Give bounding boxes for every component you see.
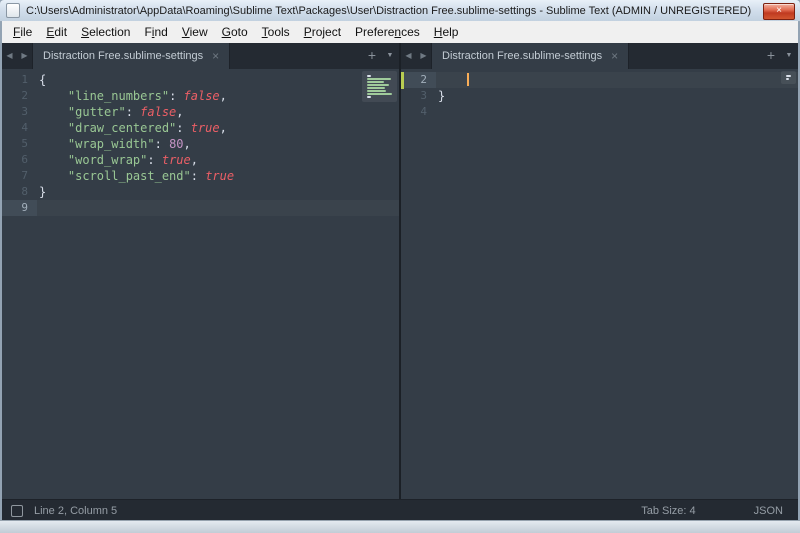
- left-pane: ◀ ▶ Distraction Free.sublime-settings × …: [2, 43, 399, 499]
- code-row-line-2[interactable]: 2: [401, 72, 798, 88]
- statusbar-left: Line 2, Column 5: [11, 505, 117, 517]
- menu-preferences[interactable]: Preferences: [348, 21, 427, 43]
- tab-scroll-left-icon[interactable]: ◀: [401, 43, 416, 69]
- minimap-viewport: [781, 71, 796, 84]
- menu-find[interactable]: Find: [137, 21, 174, 43]
- tab-overflow-icon[interactable]: ▼: [381, 43, 399, 69]
- editor-area: ◀ ▶ Distraction Free.sublime-settings × …: [2, 43, 798, 499]
- code-row-line-2[interactable]: 2 "line_numbers": false,: [2, 88, 399, 104]
- app-icon: [6, 3, 20, 18]
- line-number[interactable]: 6: [2, 152, 37, 168]
- menu-tools[interactable]: Tools: [255, 21, 297, 43]
- tab-label: Distraction Free.sublime-settings: [442, 50, 602, 62]
- code-row-line-4[interactable]: 4 "draw_centered": true,: [2, 120, 399, 136]
- minimap-viewport: [362, 71, 397, 102]
- tab-scroll-left-icon[interactable]: ◀: [2, 43, 17, 69]
- code-text: [436, 104, 438, 120]
- line-number[interactable]: 3: [401, 88, 436, 104]
- tabbar-spacer: [230, 43, 363, 69]
- code-row-line-8[interactable]: 8}: [2, 184, 399, 200]
- code-text: }: [37, 184, 46, 200]
- code-text: {: [37, 72, 46, 88]
- line-number[interactable]: 1: [2, 72, 37, 88]
- text-caret: [467, 73, 469, 86]
- menu-selection[interactable]: Selection: [74, 21, 137, 43]
- code-lines: 2 3}4: [401, 72, 798, 120]
- line-number[interactable]: 4: [2, 120, 37, 136]
- code-row-line-5[interactable]: 5 "wrap_width": 80,: [2, 136, 399, 152]
- menu-help[interactable]: Help: [427, 21, 466, 43]
- menubar: FileEditSelectionFindViewGotoToolsProjec…: [2, 21, 798, 43]
- code-row-line-3[interactable]: 3}: [401, 88, 798, 104]
- right-tabbar: ◀ ▶ Distraction Free.sublime-settings × …: [401, 43, 798, 69]
- code-text: }: [436, 88, 445, 104]
- code-row-line-9[interactable]: 9: [2, 200, 399, 216]
- statusbar: Line 2, Column 5 Tab Size: 4 JSON: [2, 499, 798, 521]
- new-tab-button[interactable]: +: [762, 43, 780, 69]
- tab-close-icon[interactable]: ×: [611, 50, 618, 62]
- code-row-line-3[interactable]: 3 "gutter": false,: [2, 104, 399, 120]
- code-text: [436, 72, 469, 88]
- sublime-text-window: C:\Users\Administrator\AppData\Roaming\S…: [0, 0, 800, 533]
- code-text: "word_wrap": true,: [37, 152, 198, 168]
- line-number[interactable]: 9: [2, 200, 37, 216]
- code-row-line-4[interactable]: 4: [401, 104, 798, 120]
- tabbar-spacer: [629, 43, 762, 69]
- code-text: [37, 200, 39, 216]
- line-number[interactable]: 7: [2, 168, 37, 184]
- window-title: C:\Users\Administrator\AppData\Roaming\S…: [26, 5, 800, 17]
- code-text: "draw_centered": true,: [37, 120, 227, 136]
- statusbar-right: Tab Size: 4 JSON: [641, 505, 789, 517]
- tab-close-icon[interactable]: ×: [212, 50, 219, 62]
- line-number[interactable]: 5: [2, 136, 37, 152]
- left-tabbar: ◀ ▶ Distraction Free.sublime-settings × …: [2, 43, 399, 69]
- cursor-position: Line 2, Column 5: [34, 505, 117, 517]
- code-text: "gutter": false,: [37, 104, 184, 120]
- line-number[interactable]: 4: [401, 104, 436, 120]
- tab-size-indicator[interactable]: Tab Size: 4: [641, 505, 695, 517]
- tab-distraction-free-settings[interactable]: Distraction Free.sublime-settings ×: [32, 43, 230, 69]
- tab-overflow-icon[interactable]: ▼: [780, 43, 798, 69]
- window-bottom-frame: [0, 520, 800, 533]
- code-text: "line_numbers": false,: [37, 88, 227, 104]
- close-icon: ×: [776, 5, 782, 16]
- left-minimap[interactable]: [362, 71, 397, 102]
- menu-view[interactable]: View: [175, 21, 215, 43]
- panel-toggle-icon[interactable]: [11, 505, 23, 517]
- syntax-indicator[interactable]: JSON: [754, 505, 783, 517]
- menu-goto[interactable]: Goto: [215, 21, 255, 43]
- code-lines: 1{2 "line_numbers": false,3 "gutter": fa…: [2, 72, 399, 216]
- left-editor[interactable]: 1{2 "line_numbers": false,3 "gutter": fa…: [2, 69, 399, 499]
- right-editor[interactable]: 2 3}4: [401, 69, 798, 499]
- code-row-line-1[interactable]: 1{: [2, 72, 399, 88]
- tab-label: Distraction Free.sublime-settings: [43, 50, 203, 62]
- code-row-line-7[interactable]: 7 "scroll_past_end": true: [2, 168, 399, 184]
- line-number[interactable]: 2: [401, 72, 436, 88]
- tab-scroll-right-icon[interactable]: ▶: [416, 43, 431, 69]
- close-button[interactable]: ×: [763, 3, 795, 20]
- menu-project[interactable]: Project: [297, 21, 348, 43]
- right-minimap[interactable]: [781, 71, 796, 84]
- line-number[interactable]: 2: [2, 88, 37, 104]
- tab-scroll-right-icon[interactable]: ▶: [17, 43, 32, 69]
- code-text: "scroll_past_end": true: [37, 168, 234, 184]
- new-tab-button[interactable]: +: [363, 43, 381, 69]
- menu-file[interactable]: File: [6, 21, 39, 43]
- tab-distraction-free-settings[interactable]: Distraction Free.sublime-settings ×: [431, 43, 629, 69]
- code-row-line-6[interactable]: 6 "word_wrap": true,: [2, 152, 399, 168]
- code-text: "wrap_width": 80,: [37, 136, 191, 152]
- line-number[interactable]: 3: [2, 104, 37, 120]
- titlebar[interactable]: C:\Users\Administrator\AppData\Roaming\S…: [0, 0, 800, 22]
- menu-edit[interactable]: Edit: [39, 21, 74, 43]
- line-number[interactable]: 8: [2, 184, 37, 200]
- right-pane: ◀ ▶ Distraction Free.sublime-settings × …: [401, 43, 798, 499]
